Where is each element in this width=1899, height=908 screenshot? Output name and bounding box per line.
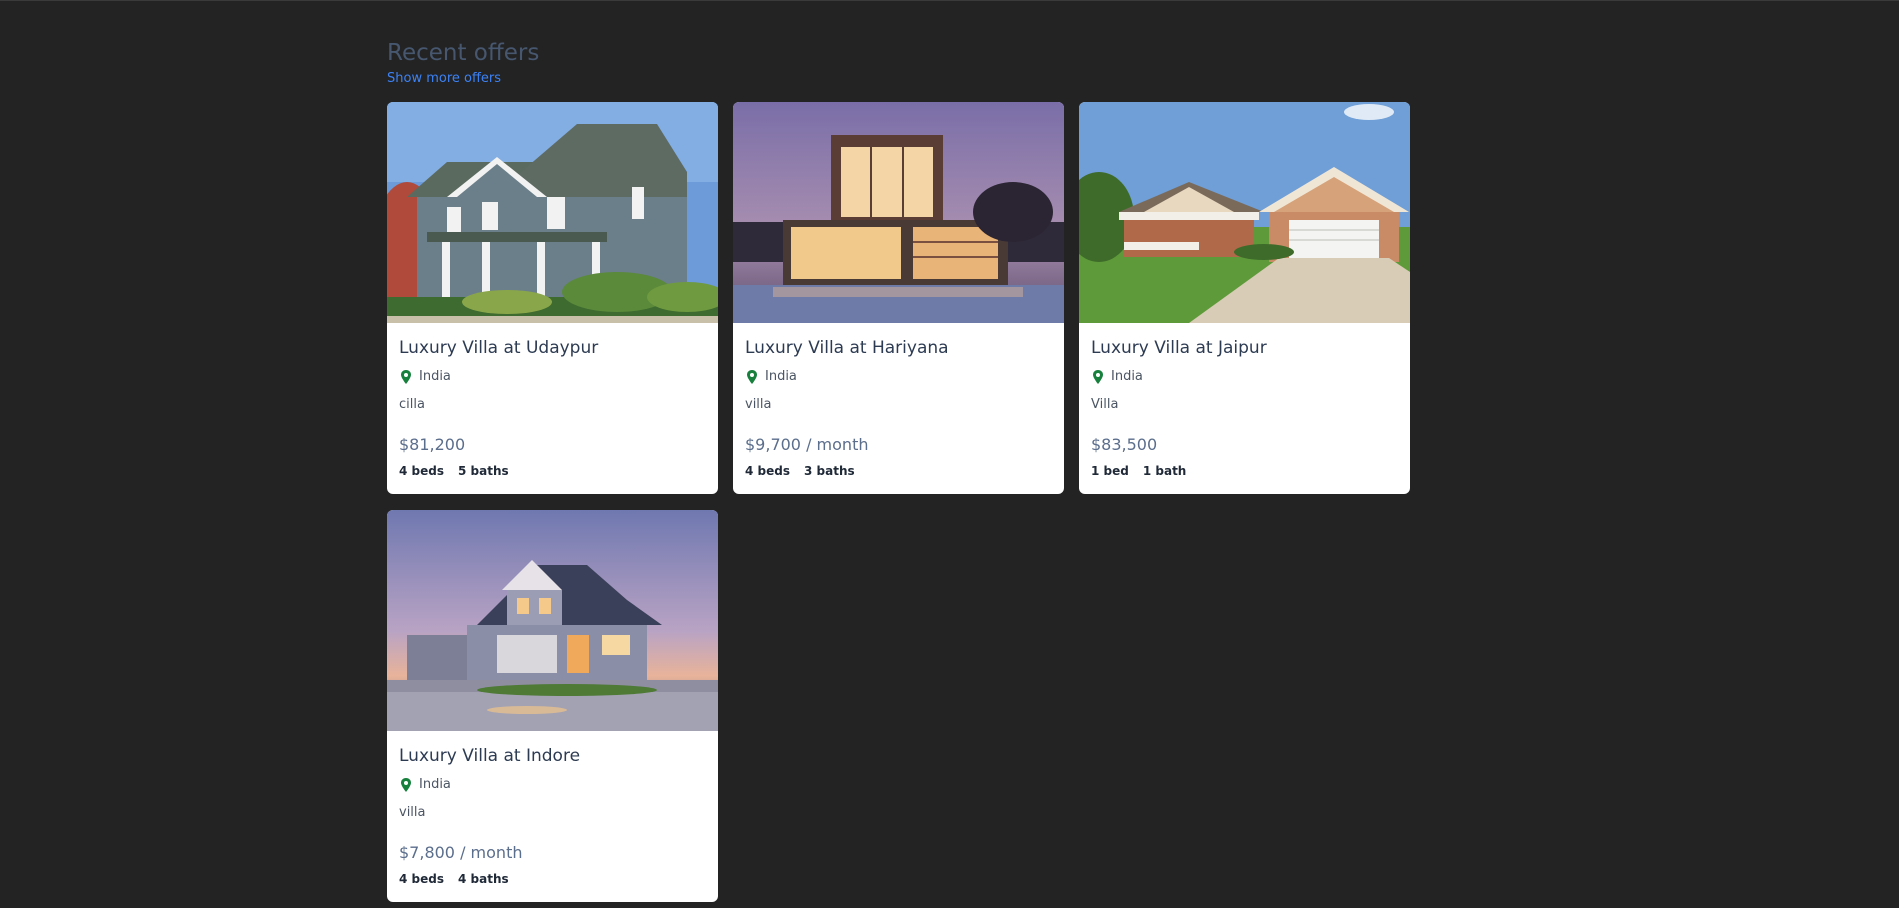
- map-pin-icon: [401, 370, 411, 384]
- offer-specs: 4 beds 5 baths: [399, 463, 706, 479]
- offer-price: $81,200: [399, 435, 466, 454]
- offer-card[interactable]: Luxury Villa at Jaipur India Villa $83,5…: [1079, 102, 1410, 494]
- offer-card[interactable]: Luxury Villa at Udaypur India cilla $81,…: [387, 102, 718, 494]
- offer-location: India: [745, 369, 1052, 385]
- offer-title[interactable]: Luxury Villa at Indore: [399, 745, 706, 767]
- offer-image[interactable]: [387, 102, 718, 323]
- offer-title[interactable]: Luxury Villa at Hariyana: [745, 337, 1052, 359]
- offer-baths: 3 baths: [804, 464, 855, 478]
- offer-location-label: India: [765, 369, 797, 384]
- offer-baths: 5 baths: [458, 464, 509, 478]
- offer-location: India: [1091, 369, 1398, 385]
- recent-offers-header: Recent offers Show more offers: [387, 39, 1411, 88]
- offer-price: $9,700 / month: [745, 435, 869, 454]
- map-pin-icon: [401, 778, 411, 792]
- offer-image[interactable]: [1079, 102, 1410, 323]
- offer-beds: 4 beds: [399, 464, 444, 478]
- offer-type: villa: [399, 805, 426, 820]
- offer-location-label: India: [419, 777, 451, 792]
- show-more-offers-link[interactable]: Show more offers: [387, 70, 501, 88]
- offer-image[interactable]: [733, 102, 1064, 323]
- offer-price: $83,500: [1091, 435, 1158, 454]
- offer-location-label: India: [1111, 369, 1143, 384]
- offer-title[interactable]: Luxury Villa at Jaipur: [1091, 337, 1398, 359]
- offer-baths: 4 baths: [458, 872, 509, 886]
- offer-image[interactable]: [387, 510, 718, 731]
- offer-beds: 4 beds: [745, 464, 790, 478]
- offer-beds: 4 beds: [399, 872, 444, 886]
- offers-grid: Luxury Villa at Udaypur India cilla $81,…: [387, 102, 1410, 902]
- offer-price: $7,800 / month: [399, 843, 523, 862]
- offer-specs: 4 beds 4 baths: [399, 871, 706, 887]
- offer-title[interactable]: Luxury Villa at Udaypur: [399, 337, 706, 359]
- offer-baths: 1 bath: [1142, 464, 1187, 478]
- offer-type: villa: [745, 397, 772, 412]
- offer-beds: 1 bed: [1091, 464, 1129, 478]
- section-title: Recent offers: [387, 40, 540, 66]
- offer-location: India: [399, 369, 706, 385]
- offer-type: cilla: [399, 397, 425, 412]
- offer-location-label: India: [419, 369, 451, 384]
- offer-card[interactable]: Luxury Villa at Indore India villa $7,80…: [387, 510, 718, 902]
- map-pin-icon: [747, 370, 757, 384]
- offer-specs: 1 bed 1 bath: [1091, 463, 1398, 479]
- offer-location: India: [399, 777, 706, 793]
- offer-card[interactable]: Luxury Villa at Hariyana India villa $9,…: [733, 102, 1064, 494]
- offer-specs: 4 beds 3 baths: [745, 463, 1052, 479]
- map-pin-icon: [1093, 370, 1103, 384]
- offer-type: Villa: [1091, 397, 1119, 412]
